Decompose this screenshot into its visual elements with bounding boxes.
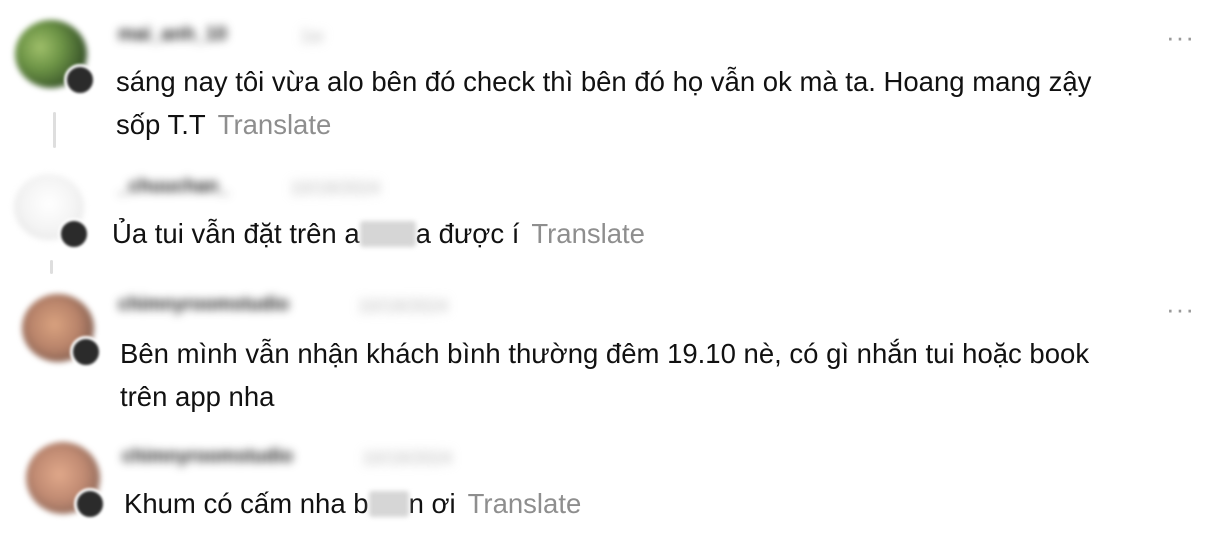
profile-badge-icon [70,336,102,368]
comment-text-line2: sốp T.T Translate [116,103,1091,146]
username[interactable]: chimnyroomstudio [122,446,293,468]
translate-link[interactable]: Translate [468,488,582,519]
comment-text: Ủa tui vẫn đặt trên a a được í Translate [112,212,645,255]
comment-text-line2: trên app nha [120,381,275,412]
comment-text-line1: Bên mình vẫn nhận khách bình thường đêm … [120,338,1090,369]
timestamp: 1w [300,26,324,46]
username[interactable]: mai_anh_10 [118,24,227,46]
redacted-text [359,221,416,247]
comment-text-line2-content: sốp T.T [116,109,206,140]
more-options-icon[interactable]: ··· [1166,24,1195,50]
comment-text: sáng nay tôi vừa alo bên đó check thì bê… [116,60,1091,146]
translate-link[interactable]: Translate [531,218,645,249]
username[interactable]: _chuuchan_ [118,176,229,198]
timestamp: 10/19/2024 [358,296,449,316]
comment-text-line1: sáng nay tôi vừa alo bên đó check thì bê… [116,66,1092,97]
profile-badge-icon [74,488,106,520]
comment-text-after: a được í [415,218,520,249]
redacted-text [368,491,409,517]
comment-text-before: Khum có cấm nha b [124,488,369,519]
thread-line [53,112,56,148]
comment-text-before: Ủa tui vẫn đặt trên a [112,218,360,249]
translate-link[interactable]: Translate [218,109,332,140]
comment-text: Khum có cấm nha b n ơi Translate [124,482,581,525]
timestamp: 10/19/2024 [362,448,453,468]
comment-text: Bên mình vẫn nhận khách bình thường đêm … [120,332,1089,418]
timestamp: 10/19/2024 [290,178,381,198]
more-options-icon[interactable]: ··· [1166,296,1195,322]
comment-text-after: n ơi [408,488,456,519]
thread-line [50,260,53,274]
profile-badge-icon [64,64,96,96]
username[interactable]: chimnyroomstudio [118,294,289,316]
profile-badge-icon [58,218,90,250]
